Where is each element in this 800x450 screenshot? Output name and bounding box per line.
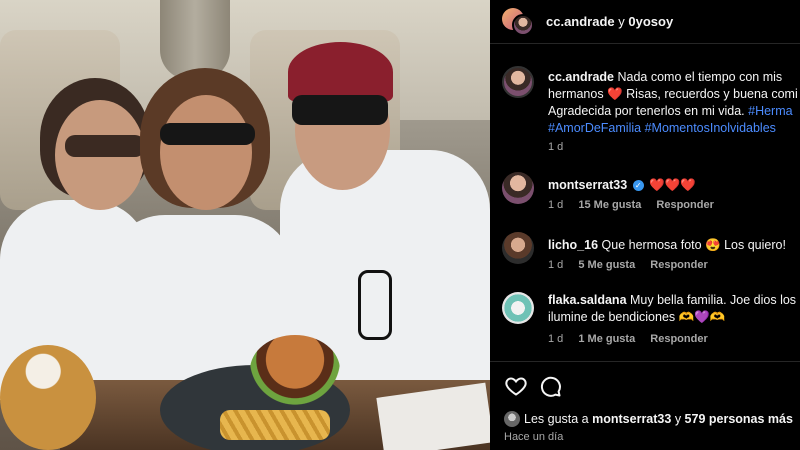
caption-line-4: #AmorDeFamilia #MomentosInolvidables: [548, 120, 776, 137]
likes-user[interactable]: montserrat33: [592, 412, 671, 426]
comment-meta: 1 d 15 Me gusta Responder: [548, 199, 726, 211]
caption-avatar[interactable]: [502, 66, 534, 98]
caption-meta: 1 d: [548, 141, 575, 153]
likes-prefix: Les gusta a: [524, 412, 589, 426]
likes-count[interactable]: 579 personas más: [685, 412, 793, 426]
caption-text-3: Agradecida por tenerlos en mi vida.: [548, 104, 745, 118]
caption-line-3: Agradecida por tenerlos en mi vida. #Her…: [548, 103, 793, 120]
photo-hanging-glasses: [358, 270, 392, 340]
caption-time[interactable]: 1 d: [548, 141, 563, 153]
reply-button[interactable]: Responder: [650, 333, 707, 345]
photo-person-left-glasses: [65, 135, 145, 157]
caption-text-1: Nada como el tiempo con mis: [617, 70, 783, 84]
comment-time[interactable]: 1 d: [548, 333, 563, 345]
comment-bubble-icon[interactable]: [538, 374, 562, 398]
photo-burger: [250, 335, 340, 405]
comment-username[interactable]: montserrat33: [548, 178, 627, 192]
caption-username[interactable]: cc.andrade: [548, 70, 614, 84]
comment-avatar[interactable]: [502, 232, 534, 264]
liker-avatar[interactable]: [504, 411, 520, 427]
post-accounts-title: cc.andrade y 0yosoy: [546, 14, 673, 29]
comment-body: licho_16 Que hermosa foto 😍 Los quiero!: [548, 237, 786, 254]
caption-line-2: hermanos ❤️ Risas, recuerdos y buena com…: [548, 86, 798, 103]
photo-person-middle-face: [160, 95, 252, 210]
photo-fries: [220, 410, 330, 440]
photo-person-middle-sunglasses: [160, 123, 255, 145]
collab-username-1[interactable]: cc.andrade: [546, 14, 615, 29]
reply-button[interactable]: Responder: [656, 199, 713, 211]
comment-avatar[interactable]: [502, 292, 534, 324]
hashtag-link[interactable]: #AmorDeFamilia: [548, 121, 641, 135]
photo-person-right-sunglasses: [292, 95, 388, 125]
comment-meta: 1 d 1 Me gusta Responder: [548, 333, 720, 345]
comment-text: ❤️❤️❤️: [649, 178, 696, 192]
comment-avatar[interactable]: [502, 172, 534, 204]
collab-joiner: y: [618, 14, 625, 29]
photo-person-right-cap: [288, 42, 393, 102]
post-header: cc.andrade y 0yosoy: [490, 0, 800, 44]
comment-meta: 1 d 5 Me gusta Responder: [548, 259, 720, 271]
comments-scroll-area[interactable]: cc.andrade Nada como el tiempo con mis h…: [490, 44, 800, 362]
comment-text: Muy bella familia. Joe dios los: [630, 293, 797, 307]
comment-text: ilumine de bendiciones 🫶💜🫶: [548, 310, 726, 324]
comment-text: Que hermosa foto 😍 Los quiero!: [601, 238, 786, 252]
heart-outline-icon[interactable]: [504, 374, 528, 398]
hashtag-link[interactable]: #MomentosInolvidables: [645, 121, 776, 135]
likes-joiner: y: [674, 412, 682, 426]
post-photo[interactable]: [0, 0, 490, 450]
comment-likes[interactable]: 1 Me gusta: [578, 333, 635, 345]
comment-likes[interactable]: 15 Me gusta: [578, 199, 641, 211]
comment-likes[interactable]: 5 Me gusta: [578, 259, 635, 271]
comment-time[interactable]: 1 d: [548, 199, 563, 211]
comment-username[interactable]: flaka.saldana: [548, 293, 627, 307]
comment-time[interactable]: 1 d: [548, 259, 563, 271]
likes-summary[interactable]: Les gusta a montserrat33 y 579 personas …: [524, 412, 793, 426]
hashtag-link[interactable]: #Herma: [748, 104, 792, 118]
reply-button[interactable]: Responder: [650, 259, 707, 271]
verified-badge-icon: ✓: [632, 180, 644, 192]
caption-text-2a: hermanos: [548, 87, 604, 101]
photo-coconut: [0, 345, 96, 450]
posted-time[interactable]: Hace un día: [504, 431, 563, 443]
post-side-panel: cc.andrade y 0yosoy cc.andrade Nada como…: [490, 0, 800, 450]
collab-username-2[interactable]: 0yosoy: [628, 14, 673, 29]
caption-heart-emoji: ❤️: [607, 87, 623, 101]
caption-line-1: cc.andrade Nada como el tiempo con mis: [548, 69, 782, 86]
comment-body-line-1: flaka.saldana Muy bella familia. Joe dio…: [548, 292, 796, 309]
collab-avatar-2[interactable]: [512, 14, 534, 36]
comment-body: montserrat33 ✓ ❤️❤️❤️: [548, 177, 696, 194]
comment-body-line-2: ilumine de bendiciones 🫶💜🫶: [548, 309, 725, 326]
comment-username[interactable]: licho_16: [548, 238, 598, 252]
caption-text-2b: Risas, recuerdos y buena comi: [626, 87, 798, 101]
